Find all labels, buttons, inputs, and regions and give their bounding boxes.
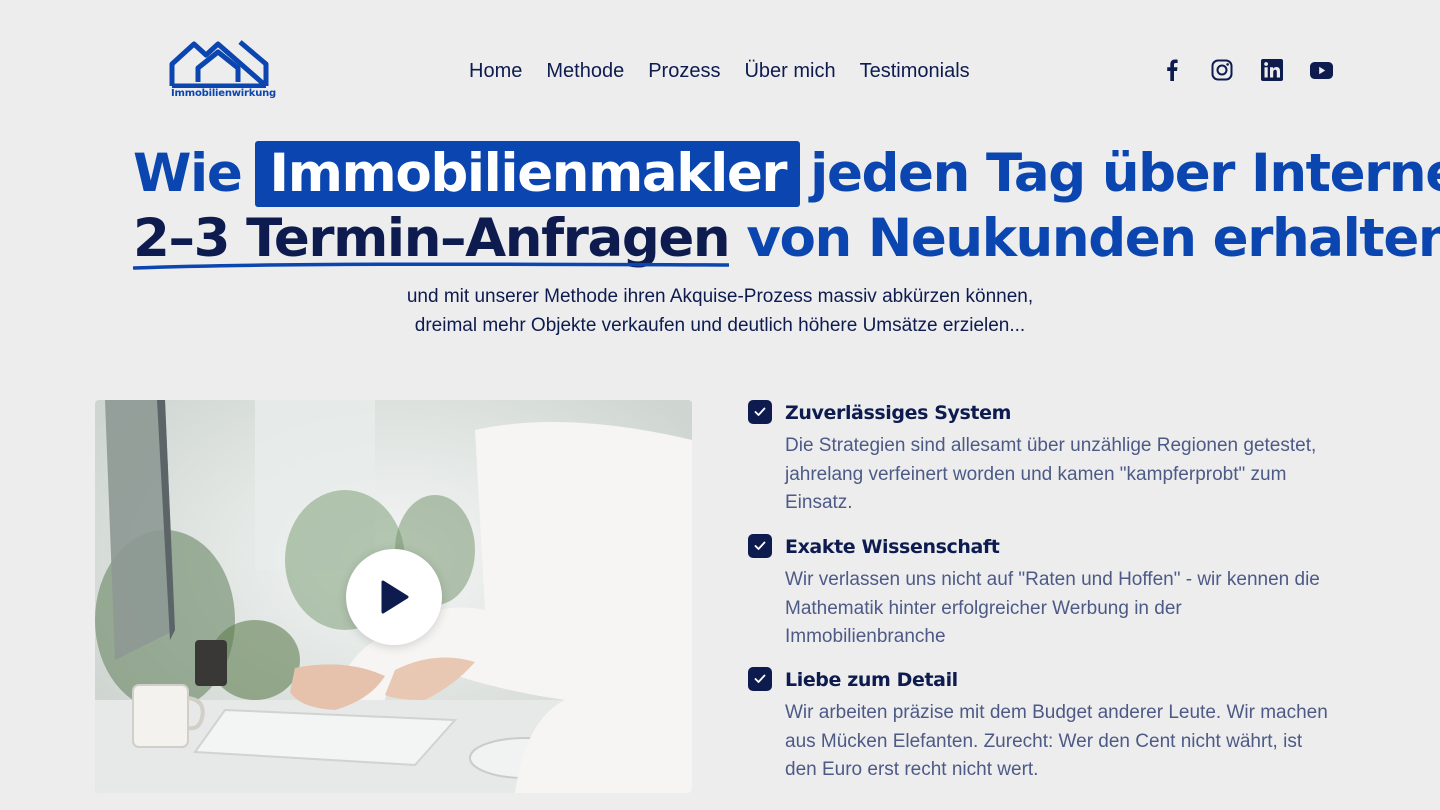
headline-line-2: 2–3 Termin–Anfragen von Neukunden erhalt… (0, 205, 1440, 273)
facebook-icon[interactable] (1160, 58, 1184, 82)
feature-title: Exakte Wissenschaft (785, 536, 1000, 558)
headline-highlight: Immobilienmakler (255, 141, 801, 207)
nav-home[interactable]: Home (469, 58, 522, 84)
headline-suffix: jeden Tag über Internet (810, 143, 1440, 204)
instagram-icon[interactable] (1210, 58, 1234, 82)
checkbox-check-icon (748, 534, 772, 558)
checkbox-check-icon (748, 667, 772, 691)
feature-title: Liebe zum Detail (785, 669, 958, 691)
logo-wordmark: Immobilienwirkung (171, 88, 277, 99)
nav-testimonials[interactable]: Testimonials (860, 58, 970, 84)
youtube-icon[interactable] (1309, 58, 1333, 82)
headline-line-2-suffix: von Neukunden erhalten... (746, 208, 1440, 269)
linkedin-icon[interactable] (1260, 58, 1284, 82)
checkbox-check-icon (748, 400, 772, 424)
feature-description: Die Strategien sind allesamt über unzähl… (785, 435, 1317, 513)
house-logo-icon (169, 40, 269, 88)
play-button[interactable] (346, 549, 442, 645)
feature-title: Zuverlässiges System (785, 402, 1011, 424)
headline-line-1: Wie Immobilienmakler jeden Tag über Intern… (0, 140, 1440, 208)
nav-ueber-mich[interactable]: Über mich (744, 58, 835, 84)
subheadline-line-1: und mit unserer Methode ihren Akquise-Pr… (406, 286, 1034, 307)
nav-prozess[interactable]: Prozess (648, 58, 720, 84)
video-player[interactable] (95, 400, 692, 793)
nav-methode[interactable]: Methode (546, 58, 624, 84)
feature-description: Wir arbeiten präzise mit dem Budget ande… (785, 702, 1328, 780)
feature-description: Wir verlassen uns nicht auf "Raten und H… (785, 569, 1320, 647)
underline-stroke (133, 262, 730, 270)
headline-prefix: Wie (133, 143, 243, 204)
play-icon (381, 580, 409, 614)
main-nav: Home Methode Prozess Über mich Testimoni… (469, 58, 970, 84)
headline-emphasis-text: 2–3 Termin–Anfragen (133, 208, 731, 269)
headline-emphasis: 2–3 Termin–Anfragen (133, 205, 731, 273)
logo[interactable]: Immobilienwirkung (168, 38, 276, 104)
subheadline-line-2: dreimal mehr Objekte verkaufen und deutl… (414, 315, 1026, 336)
